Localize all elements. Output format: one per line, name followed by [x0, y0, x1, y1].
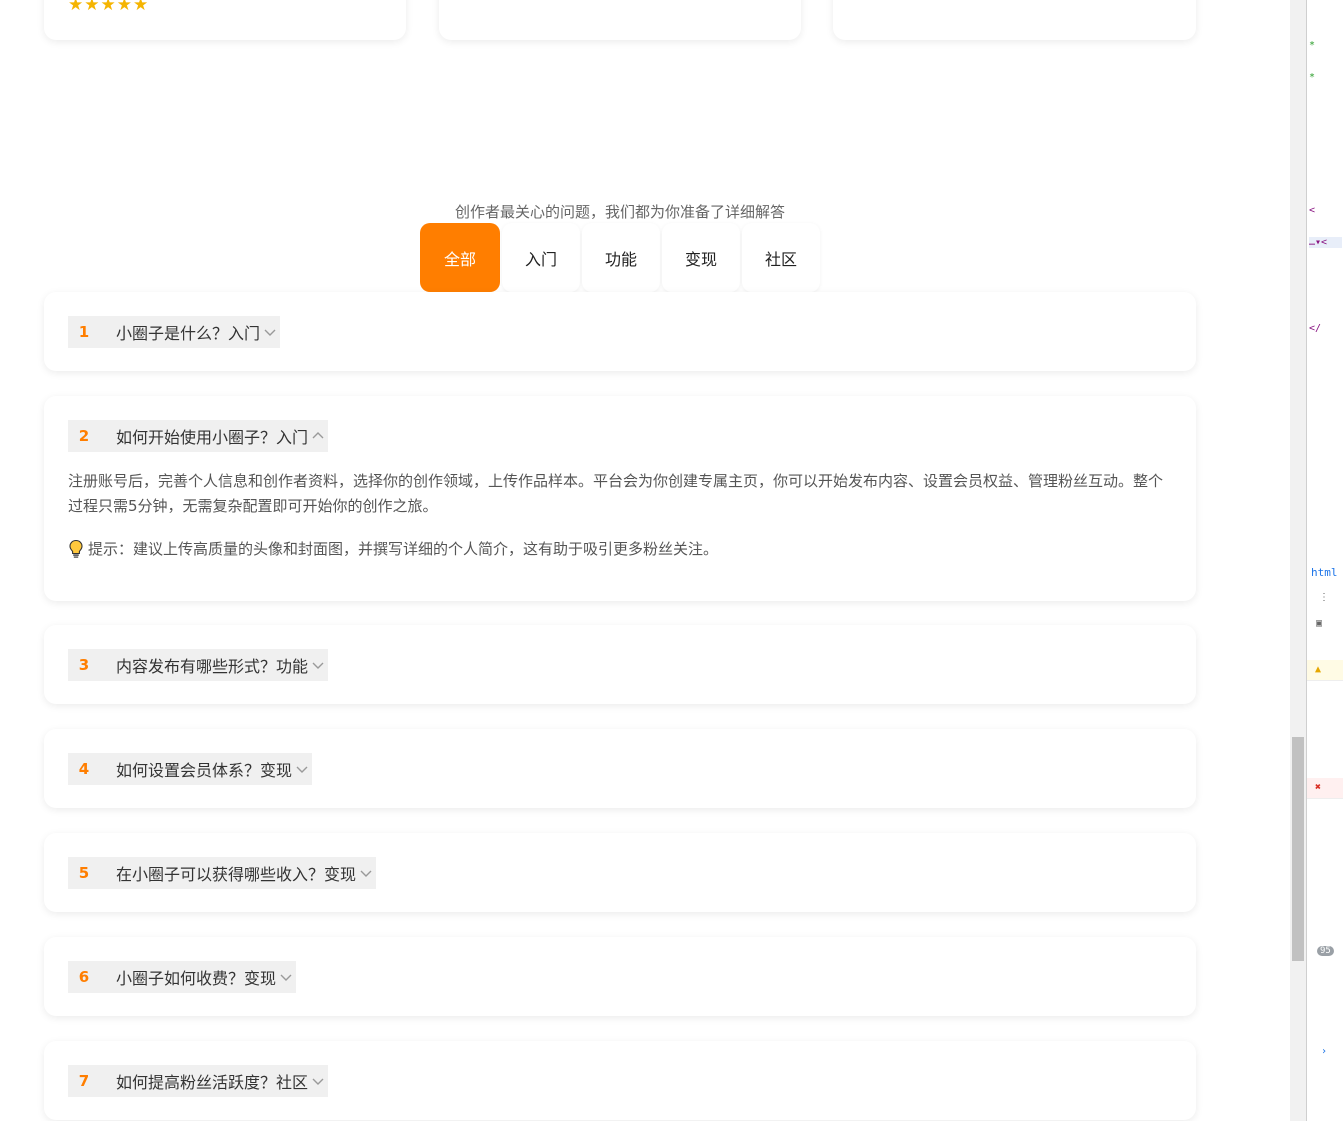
faq-item: 6 小圈子如何收费？变现	[44, 937, 1196, 1016]
faq-question: 小圈子是什么？入门	[116, 324, 261, 343]
chevron-down-icon	[280, 974, 292, 981]
faq-question-toggle[interactable]: 6 小圈子如何收费？变现	[68, 961, 297, 993]
chevron-down-icon	[360, 870, 372, 877]
devtools-code-line: </	[1309, 323, 1322, 334]
console-prompt-icon[interactable]: ›	[1321, 1046, 1327, 1057]
faq-item: 5 在小圈子可以获得哪些收入？变现	[44, 833, 1196, 912]
devtools-selected-line[interactable]: …▾<	[1309, 237, 1342, 248]
review-card	[439, 0, 801, 40]
faq-question-toggle[interactable]: 5 在小圈子可以获得哪些收入？变现	[68, 857, 377, 889]
faq-number: 3	[78, 656, 90, 674]
category-tabs: 全部 入门 功能 变现 社区	[420, 223, 822, 292]
section-subtitle: 创作者最关心的问题，我们都为你准备了详细解答	[454, 203, 785, 221]
faq-tip: 提示：建议上传高质量的头像和封面图，并撰写详细的个人简介，这有助于吸引更多粉丝关…	[68, 538, 718, 559]
review-card: ★★★★★	[44, 0, 406, 40]
tab-community[interactable]: 社区	[742, 223, 820, 292]
faq-page: ★★★★★ 创作者最关心的问题，我们都为你准备了详细解答 全部 入门 功能 变现…	[0, 0, 1290, 1121]
faq-question: 在小圈子可以获得哪些收入？变现	[116, 865, 357, 884]
faq-item: 3 内容发布有哪些形式？功能	[44, 625, 1196, 704]
faq-item: 4 如何设置会员体系？变现	[44, 729, 1196, 808]
faq-question-toggle[interactable]: 4 如何设置会员体系？变现	[68, 753, 313, 785]
console-warning-row: ▲	[1307, 660, 1343, 681]
faq-question-toggle[interactable]: 3 内容发布有哪些形式？功能	[68, 649, 329, 681]
chevron-down-icon	[264, 329, 276, 336]
faq-question: 如何开始使用小圈子？入门	[116, 428, 309, 447]
faq-question: 小圈子如何收费？变现	[116, 969, 277, 988]
faq-number: 7	[78, 1072, 90, 1090]
faq-item-expanded: 2 如何开始使用小圈子？入门 注册账号后，完善个人信息和创作者资料，选择你的创作…	[44, 396, 1196, 601]
faq-tip-text: 提示：建议上传高质量的头像和封面图，并撰写详细的个人简介，这有助于吸引更多粉丝关…	[88, 540, 719, 558]
devtools-code-line: *	[1309, 40, 1316, 51]
faq-number: 2	[78, 427, 90, 445]
console-error-row: ✖	[1307, 778, 1343, 799]
chevron-down-icon	[312, 662, 324, 669]
devtools-kebab-icon[interactable]: ⋮	[1319, 592, 1329, 603]
chevron-down-icon	[312, 1078, 324, 1085]
devtools-code-line: <	[1309, 205, 1316, 216]
devtools-code-line: *	[1309, 72, 1316, 83]
error-icon: ✖	[1315, 782, 1322, 793]
tab-features[interactable]: 功能	[582, 223, 660, 292]
faq-item: 7 如何提高粉丝活跃度？社区	[44, 1041, 1196, 1120]
faq-number: 5	[78, 864, 90, 882]
faq-question-toggle[interactable]: 1 小圈子是什么？入门	[68, 316, 281, 348]
scrollbar-thumb[interactable]	[1292, 737, 1304, 961]
faq-number: 6	[78, 968, 90, 986]
faq-question: 如何设置会员体系？变现	[116, 761, 293, 780]
faq-question-toggle[interactable]: 2 如何开始使用小圈子？入门	[68, 420, 329, 452]
console-count-badge: 95	[1317, 946, 1334, 956]
warning-icon: ▲	[1315, 664, 1322, 675]
devtools-html-tab[interactable]: html	[1311, 566, 1338, 579]
faq-number: 1	[78, 323, 90, 341]
star-rating: ★★★★★	[68, 0, 150, 15]
faq-item: 1 小圈子是什么？入门	[44, 292, 1196, 371]
lightbulb-icon	[69, 539, 83, 558]
devtools-panel: * * < …▾< </ html ⋮ ▣ ▲ ✖ 95 ›	[1306, 0, 1343, 1121]
faq-question-toggle[interactable]: 7 如何提高粉丝活跃度？社区	[68, 1065, 329, 1097]
faq-question: 如何提高粉丝活跃度？社区	[116, 1073, 309, 1092]
chevron-down-icon	[296, 766, 308, 773]
tab-monetization[interactable]: 变现	[662, 223, 740, 292]
tab-getting-started[interactable]: 入门	[502, 223, 580, 292]
tab-all[interactable]: 全部	[420, 223, 500, 292]
faq-question: 内容发布有哪些形式？功能	[116, 657, 309, 676]
review-card	[833, 0, 1196, 40]
faq-answer: 注册账号后，完善个人信息和创作者资料，选择你的创作领域，上传作品样本。平台会为你…	[68, 472, 1164, 515]
faq-number: 4	[78, 760, 90, 778]
devtools-sidebar-icon[interactable]: ▣	[1316, 618, 1322, 629]
chevron-up-icon	[312, 432, 324, 439]
